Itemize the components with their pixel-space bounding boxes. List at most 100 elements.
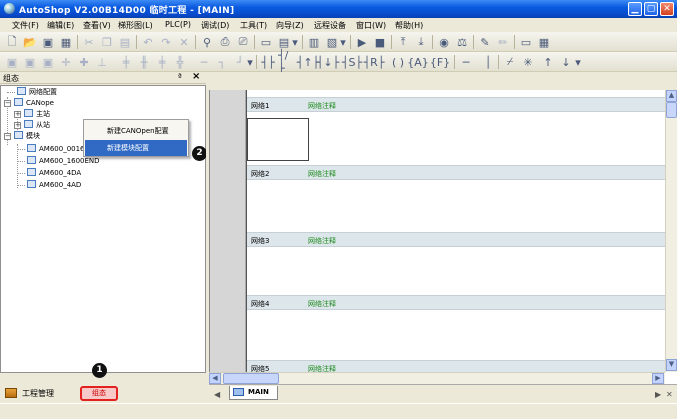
menu-plc[interactable]: PLC(P) <box>165 20 191 29</box>
copy-icon[interactable]: ❐ <box>99 35 115 49</box>
scroll-left-icon[interactable]: ◀ <box>209 373 221 384</box>
list-icon[interactable]: ▦ <box>536 35 552 49</box>
scroll-thumb[interactable] <box>223 373 279 384</box>
close-icon[interactable]: × <box>192 71 200 82</box>
edit-cursor[interactable] <box>247 118 309 161</box>
save-icon[interactable]: ▣ <box>40 35 56 49</box>
upload-icon[interactable]: ⤒ <box>395 35 411 49</box>
reset-contact-icon[interactable]: ┤R├ <box>364 55 385 69</box>
horizontal-line-icon[interactable]: ─ <box>458 55 474 69</box>
tab-close-icon[interactable]: ✕ <box>666 390 673 399</box>
tree-item-slave[interactable]: 从站 <box>24 120 50 130</box>
tree-item-network-config[interactable]: 网络配置 <box>17 87 57 97</box>
app-icon[interactable] <box>4 3 15 14</box>
insert-row-icon[interactable]: ✛ <box>58 55 74 69</box>
collapse-icon[interactable]: − <box>4 133 11 140</box>
io-menu-icon[interactable]: ▾ <box>339 35 347 49</box>
redo-icon[interactable]: ↷ <box>158 35 174 49</box>
find-icon[interactable]: ⚲ <box>199 35 215 49</box>
expand-icon[interactable]: + <box>14 122 21 129</box>
print-icon[interactable]: ⎚ <box>235 35 251 49</box>
maximize-icon[interactable]: ▢ <box>644 2 658 16</box>
network-comment[interactable]: 网络注释 <box>308 299 336 309</box>
expand-icon[interactable]: − <box>4 100 11 107</box>
compare-icon[interactable]: ⚖ <box>454 35 470 49</box>
il-view-icon[interactable]: ▣ <box>22 55 38 69</box>
hline-rise-icon[interactable]: ┐ <box>214 55 230 69</box>
arrow-down-icon[interactable]: ↓ <box>558 55 574 69</box>
minimize-icon[interactable]: ▁ <box>628 2 642 16</box>
branch-up-icon[interactable]: ╬ <box>172 55 188 69</box>
title-bar[interactable]: AutoShop V2.00B14D00 临时工程 - [MAIN] ▁ ▢ ✕ <box>0 0 677 18</box>
network-header[interactable]: 网络2 网络注释 <box>247 165 665 180</box>
falling-contact-icon[interactable]: ┤↓├ <box>317 55 339 69</box>
io-dropdown-icon[interactable]: ▧ <box>324 35 340 49</box>
scroll-right-icon[interactable]: ▶ <box>652 373 664 384</box>
ladder-editor[interactable]: 网络1 网络注释 网络2 网络注释 网络3 网络注释 网络4 网络注释 网络5 … <box>209 90 677 384</box>
menu-item-new-canopen-config[interactable]: 新建CANOpen配置 <box>85 123 187 139</box>
arrow-up-icon[interactable]: ↑ <box>540 55 556 69</box>
menu-tools[interactable]: 工具(T) <box>240 20 267 31</box>
rising-contact-icon[interactable]: ┤↑├ <box>297 55 319 69</box>
tab-main[interactable]: MAIN <box>229 386 278 400</box>
delete-row-icon[interactable]: ✚ <box>76 55 92 69</box>
network-header[interactable]: 网络1 网络注释 <box>247 97 665 112</box>
ladder-view-icon[interactable]: ▣ <box>4 55 20 69</box>
monitor-dropdown-icon[interactable]: ▤ <box>276 35 292 49</box>
tree-item-master[interactable]: 主站 <box>24 109 50 119</box>
menu-item-new-module-config[interactable]: 新建模块配置 <box>85 140 187 156</box>
tree-item-canopen[interactable]: CANope <box>14 98 54 108</box>
stop-icon[interactable]: ■ <box>372 35 388 49</box>
coil-icon[interactable]: ( ) <box>390 55 406 69</box>
paste-icon[interactable]: ▤ <box>117 35 133 49</box>
open-folder-icon[interactable]: 📂 <box>22 35 38 49</box>
toolbar-dropdown-icon[interactable]: ▾ <box>291 35 299 49</box>
branch-start-icon[interactable]: ╫ <box>136 55 152 69</box>
invert-icon[interactable]: ⌿ <box>502 55 518 69</box>
scroll-down-icon[interactable]: ▼ <box>666 359 677 371</box>
expand-icon[interactable]: + <box>14 111 21 118</box>
nc-contact-icon[interactable]: ┤/├ <box>278 49 294 75</box>
horizontal-scrollbar[interactable]: ◀ ▶ <box>209 372 665 384</box>
tree-item-module[interactable]: AM600_4AD <box>27 180 81 190</box>
print-preview-icon[interactable]: ⎙ <box>217 35 233 49</box>
view-icon[interactable]: ▭ <box>518 35 534 49</box>
network-header[interactable]: 网络3 网络注释 <box>247 232 665 247</box>
monitor-icon[interactable]: ▭ <box>258 35 274 49</box>
pin-icon[interactable]: ª <box>178 72 182 81</box>
save-all-icon[interactable]: ▦ <box>58 35 74 49</box>
branch-end-icon[interactable]: ╪ <box>154 55 170 69</box>
edit-icon[interactable]: ✏ <box>495 35 511 49</box>
new-file-icon[interactable]: 🗋 <box>4 35 20 49</box>
toolbar-dropdown-icon[interactable]: ▾ <box>574 55 582 69</box>
func-block-icon[interactable]: {F} <box>430 55 450 69</box>
network-comment[interactable]: 网络注释 <box>308 236 336 246</box>
menu-view[interactable]: 查看(V) <box>83 20 111 31</box>
tree-item-module[interactable]: AM600_4DA <box>27 168 81 178</box>
cut-icon[interactable]: ✂ <box>81 35 97 49</box>
tab-configuration[interactable]: 组态 <box>80 386 118 401</box>
network-comment[interactable]: 网络注释 <box>308 169 336 179</box>
scroll-up-icon[interactable]: ▲ <box>666 90 677 102</box>
monitor-mode-icon[interactable]: ◉ <box>436 35 452 49</box>
undo-icon[interactable]: ↶ <box>140 35 156 49</box>
hline-icon[interactable]: ─ <box>196 55 212 69</box>
delete-icon[interactable]: ✕ <box>176 35 192 49</box>
vertical-scrollbar[interactable]: ▲ ▼ <box>665 90 677 372</box>
menu-edit[interactable]: 编辑(E) <box>47 20 74 31</box>
menu-wizard[interactable]: 向导(Z) <box>276 20 304 31</box>
tree-item-modules[interactable]: 模块 <box>14 131 40 141</box>
io-table-icon[interactable]: ▥ <box>306 35 322 49</box>
vertical-line-icon[interactable]: │ <box>480 55 496 69</box>
menu-window[interactable]: 窗口(W) <box>356 20 386 31</box>
function-icon[interactable]: {A} <box>407 55 429 69</box>
network-header[interactable]: 网络4 网络注释 <box>247 295 665 310</box>
menu-remote-device[interactable]: 远程设备 <box>314 20 346 31</box>
tree-item-module[interactable]: AM600_1600END <box>27 156 100 166</box>
toolbar-dropdown-icon[interactable]: ▾ <box>246 55 254 69</box>
menu-help[interactable]: 帮助(H) <box>395 20 423 31</box>
no-contact-icon[interactable]: ┤├ <box>260 55 276 69</box>
menu-ladder[interactable]: 梯形图(L) <box>118 20 153 31</box>
tab-next-icon[interactable]: ▶ <box>655 390 661 399</box>
download-icon[interactable]: ⤓ <box>413 35 429 49</box>
